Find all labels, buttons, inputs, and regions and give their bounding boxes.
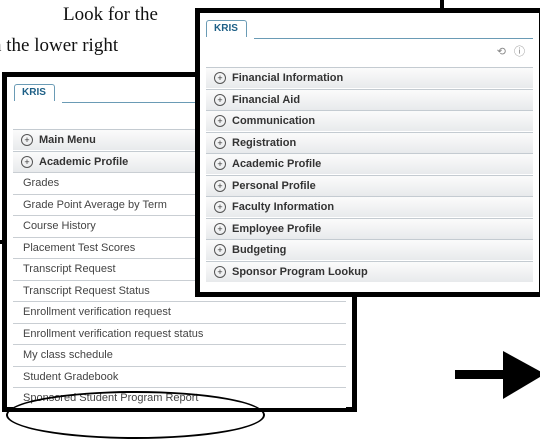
- menu-item-label: Placement Test Scores: [23, 241, 136, 254]
- menu-item[interactable]: + Sponsor Program Lookup: [206, 260, 533, 282]
- menu-item[interactable]: Student Gradebook: [13, 365, 346, 387]
- help-icon[interactable]: ⓘ: [514, 46, 525, 58]
- menu-item[interactable]: + Financial Information: [206, 67, 533, 88]
- expand-icon: +: [21, 134, 33, 146]
- doc-text-line1: Look for the: [63, 4, 158, 25]
- highlight-ellipse: [6, 391, 265, 439]
- menu-item[interactable]: Enrollment verification request status: [13, 322, 346, 344]
- menu-item-label: Budgeting: [232, 244, 287, 256]
- doc-text-line2: n the lower right: [0, 35, 119, 56]
- kris-tab[interactable]: KRIS: [14, 84, 55, 101]
- menu-item-label: Enrollment verification request status: [23, 327, 204, 340]
- menu-item-label: Transcript Request: [23, 263, 116, 275]
- expand-icon: +: [214, 222, 226, 235]
- menu-item[interactable]: + Financial Aid: [206, 88, 533, 110]
- menu-item[interactable]: + Academic Profile: [206, 153, 533, 174]
- expand-icon: +: [21, 155, 33, 168]
- menu-item-label: Grade Point Average by Term: [23, 198, 167, 211]
- menu-item[interactable]: + Personal Profile: [206, 174, 533, 196]
- menu-item-label: Main Menu: [39, 134, 96, 146]
- menu-item-label: Employee Profile: [232, 222, 322, 235]
- menu-item-label: Grades: [23, 177, 60, 189]
- expand-icon: +: [214, 72, 226, 84]
- menu-item-label: Faculty Information: [232, 201, 335, 213]
- expand-icon: +: [214, 265, 226, 278]
- expand-icon: +: [214, 158, 226, 170]
- expand-icon: +: [214, 201, 226, 213]
- expand-icon: +: [214, 93, 226, 106]
- menu-item[interactable]: + Budgeting: [206, 239, 533, 260]
- menu-item[interactable]: + Registration: [206, 131, 533, 153]
- menu-item-label: Sponsor Program Lookup: [232, 265, 368, 278]
- menu-item[interactable]: + Communication: [206, 110, 533, 131]
- menu-item-label: My class schedule: [23, 349, 113, 361]
- menu-item[interactable]: Enrollment verification request: [13, 301, 346, 322]
- menu-item[interactable]: + Faculty Information: [206, 196, 533, 217]
- menu-item-label: Enrollment verification request: [23, 306, 171, 318]
- expand-icon: +: [214, 179, 226, 192]
- menu-item-label: Registration: [232, 136, 297, 149]
- menu-item-label: Personal Profile: [232, 179, 316, 192]
- menu-item-label: Transcript Request Status: [23, 284, 150, 297]
- menu-item-label: Financial Information: [232, 72, 344, 84]
- panel-tools: ⟲ ⓘ: [497, 43, 525, 59]
- menu-item[interactable]: My class schedule: [13, 344, 346, 365]
- kris-front-panel: KRIS ⟲ ⓘ + Financial Information + Financia…: [195, 8, 540, 297]
- menu-item-label: Academic Profile: [39, 155, 129, 168]
- expand-icon: +: [214, 244, 226, 256]
- menu-item-label: Course History: [23, 220, 96, 232]
- kris-tab[interactable]: KRIS: [206, 20, 247, 37]
- right-arrow-icon: [455, 351, 540, 399]
- expand-icon: +: [214, 115, 226, 127]
- tab-underline: [254, 38, 533, 39]
- menu-item-label: Communication: [232, 115, 316, 127]
- refresh-icon[interactable]: ⟲: [497, 46, 506, 58]
- menu-item[interactable]: + Employee Profile: [206, 217, 533, 239]
- menu-item-label: Academic Profile: [232, 158, 322, 170]
- menu-item-label: Financial Aid: [232, 93, 301, 106]
- menu-item-label: Student Gradebook: [23, 370, 119, 383]
- expand-icon: +: [214, 136, 226, 149]
